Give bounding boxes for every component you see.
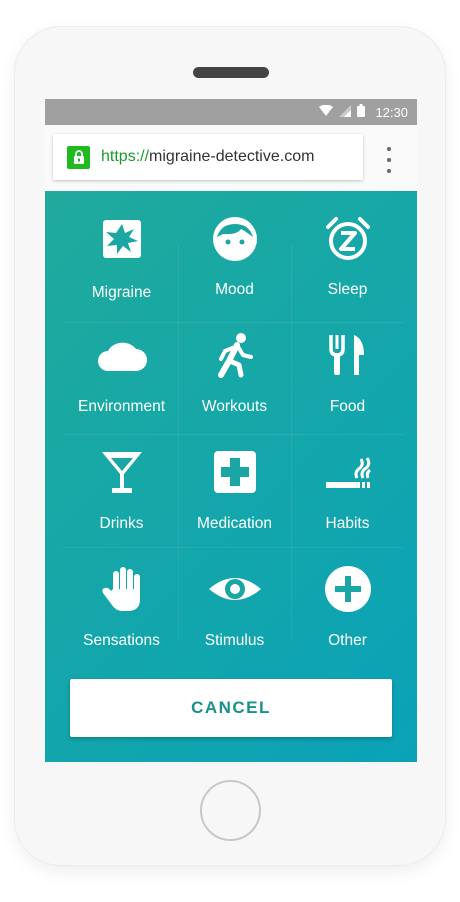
cloud-icon — [96, 335, 148, 383]
category-label: Mood — [215, 281, 254, 298]
face-icon — [211, 215, 259, 263]
category-label: Sensations — [83, 632, 160, 649]
plus-circle-icon — [324, 565, 372, 613]
category-label: Sleep — [327, 281, 368, 298]
cocktail-icon — [98, 448, 146, 496]
category-label: Medication — [197, 515, 272, 532]
url-host: migraine-detective.com — [149, 148, 315, 165]
eye-icon — [208, 565, 262, 613]
address-bar[interactable]: https://migraine-detective.com — [53, 134, 363, 180]
category-sleep[interactable]: Sleep — [291, 191, 404, 307]
alarm-clock-icon — [324, 215, 372, 263]
category-grid: Migraine Mood Sleep Environment Workouts… — [63, 191, 404, 651]
smoking-icon — [324, 448, 372, 496]
fork-knife-icon — [324, 331, 372, 379]
category-label: Drinks — [99, 515, 144, 532]
category-medication[interactable]: Medication — [178, 424, 291, 540]
status-time: 12:30 — [375, 104, 408, 120]
migraine-icon — [98, 215, 146, 263]
category-label: Migraine — [91, 284, 152, 301]
category-habits[interactable]: Habits — [291, 424, 404, 540]
category-drinks[interactable]: Drinks — [65, 424, 178, 540]
category-migraine[interactable]: Migraine — [65, 191, 178, 307]
category-food[interactable]: Food — [291, 307, 404, 423]
url-text: https://migraine-detective.com — [101, 148, 314, 166]
cancel-button[interactable]: CANCEL — [70, 679, 392, 737]
category-picker: Migraine Mood Sleep Environment Workouts… — [45, 191, 417, 762]
category-label: Environment — [77, 398, 165, 415]
overflow-menu-icon[interactable] — [381, 147, 397, 173]
category-label: Workouts — [201, 398, 268, 415]
category-label: Habits — [325, 515, 370, 532]
url-scheme: https:// — [101, 148, 150, 165]
medical-cross-icon — [211, 448, 259, 496]
home-button[interactable] — [200, 780, 261, 841]
category-stimulus[interactable]: Stimulus — [178, 541, 291, 657]
category-label: Stimulus — [204, 632, 265, 649]
phone-speaker — [193, 67, 269, 78]
battery-icon — [357, 104, 366, 120]
lock-icon — [67, 145, 90, 169]
category-environment[interactable]: Environment — [65, 307, 178, 423]
category-label: Food — [329, 398, 366, 415]
running-icon — [211, 331, 259, 379]
category-sensations[interactable]: Sensations — [65, 541, 178, 657]
category-mood[interactable]: Mood — [178, 191, 291, 307]
signal-icon — [339, 104, 352, 120]
wifi-icon — [319, 104, 334, 120]
hand-icon — [98, 565, 146, 613]
status-bar: 12:30 — [45, 99, 417, 125]
browser-toolbar: https://migraine-detective.com — [45, 125, 417, 191]
category-workouts[interactable]: Workouts — [178, 307, 291, 423]
category-other[interactable]: Other — [291, 541, 404, 657]
phone-screen: 12:30 https://migraine-detective.com Mig… — [45, 99, 417, 762]
category-label: Other — [328, 632, 367, 649]
